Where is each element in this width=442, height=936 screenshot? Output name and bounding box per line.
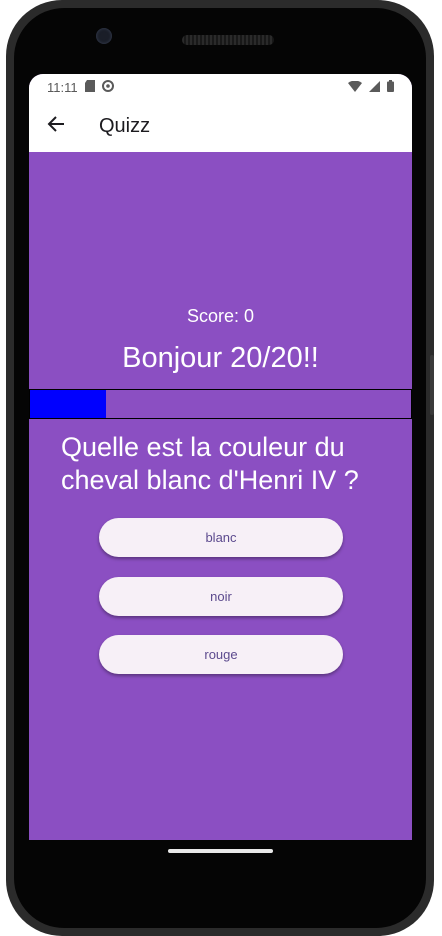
progress-fill (30, 390, 107, 418)
status-time: 11:11 (47, 79, 78, 95)
question-text: Quelle est la couleur du cheval blanc d'… (61, 432, 359, 495)
answer-button-blanc[interactable]: blanc (99, 518, 343, 557)
front-camera (96, 28, 112, 44)
status-right (348, 79, 394, 95)
page-title: Quizz (99, 114, 151, 137)
score-label: Score: 0 (186, 306, 255, 326)
status-bar: 11:11 (29, 74, 412, 100)
app-screen: 11:11 Quizz Score: 0 Bonjour 20/20!! Que… (29, 74, 412, 840)
answer-button-noir[interactable]: noir (99, 577, 343, 616)
back-button[interactable] (29, 100, 83, 152)
status-left: 11:11 (47, 79, 114, 95)
power-button (430, 355, 434, 415)
sync-icon (101, 79, 114, 95)
greeting-text: Bonjour 20/20!! (122, 342, 319, 374)
wifi-icon (348, 80, 362, 95)
earpiece-speaker (182, 35, 274, 45)
home-indicator[interactable] (168, 849, 273, 853)
progress-bar (29, 389, 412, 419)
signal-icon (369, 80, 380, 95)
app-bar: Quizz (29, 100, 412, 152)
sd-card-icon (84, 79, 95, 95)
arrow-left-icon (47, 115, 65, 138)
quiz-content: Score: 0 Bonjour 20/20!! Quelle est la c… (29, 152, 412, 840)
battery-icon (387, 79, 394, 95)
answer-button-rouge[interactable]: rouge (99, 635, 343, 674)
